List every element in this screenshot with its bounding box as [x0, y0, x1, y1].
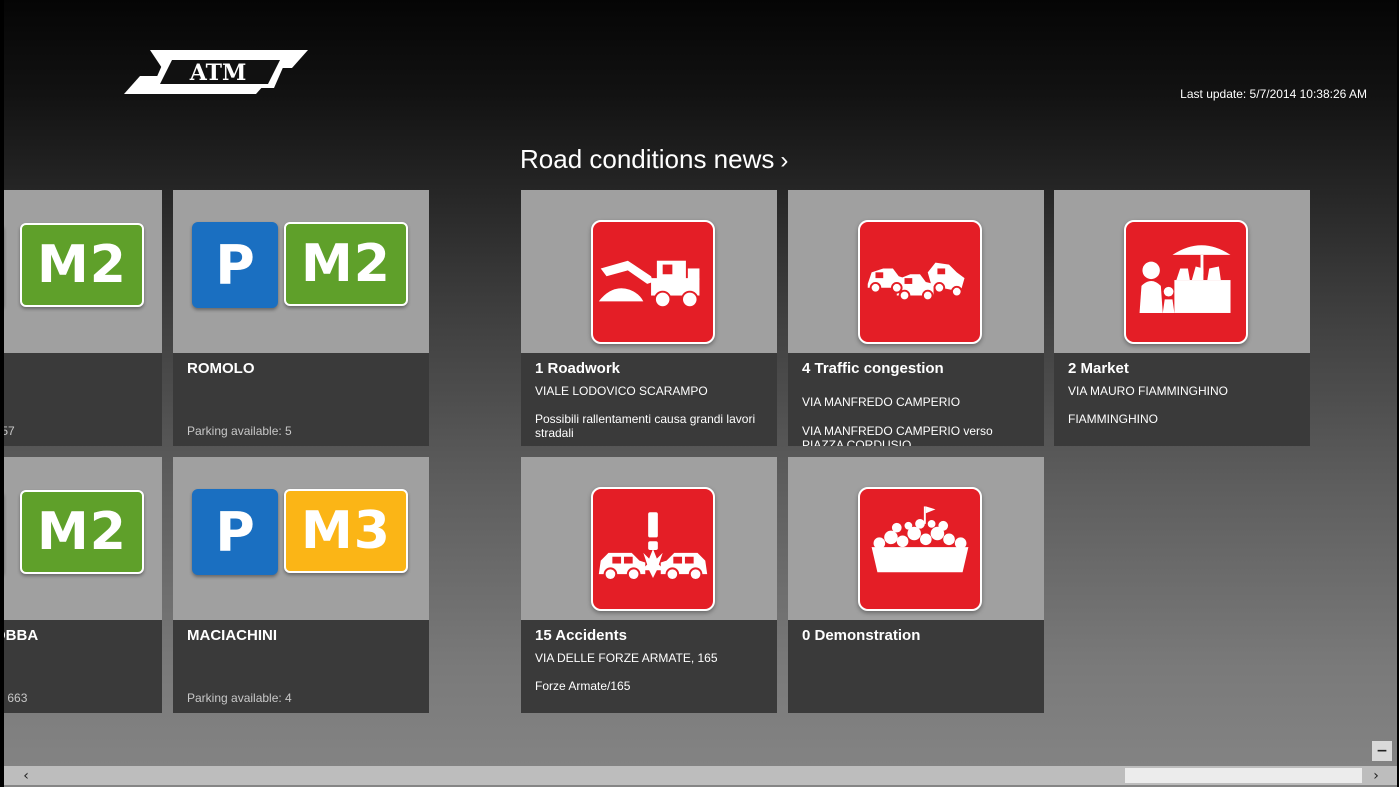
parking-p-badge: P [192, 489, 278, 575]
news-street: VIALE LODOVICO SCARAMPO [535, 384, 708, 398]
news-street: VIA DELLE FORZE ARMATE, 165 [535, 651, 718, 665]
accident-icon [591, 487, 715, 611]
scroll-left-icon[interactable]: ‹ [16, 766, 36, 785]
horizontal-scrollbar[interactable]: ‹ › [4, 766, 1397, 785]
news-title: 0 Demonstration [802, 627, 921, 644]
tile-image-area [788, 457, 1044, 620]
news-tile-market[interactable]: 2 Market VIA MAURO FIAMMINGHINO FIAMMING… [1054, 190, 1310, 446]
parking-tile[interactable]: P M2 OBBA e: 663 [4, 457, 162, 713]
tile-image-area: P M2 [4, 190, 162, 353]
market-icon [1124, 220, 1248, 344]
news-title: 4 Traffic congestion [802, 360, 944, 377]
tile-image-area [521, 190, 777, 353]
news-street: VIA MANFREDO CAMPERIO [802, 395, 961, 409]
parking-available: e: 57 [4, 424, 15, 438]
parking-available: Parking available: 5 [187, 424, 292, 438]
demonstration-icon [858, 487, 982, 611]
scroll-right-icon[interactable]: › [1366, 766, 1386, 785]
news-street: VIA MAURO FIAMMINGHINO [1068, 384, 1229, 398]
tile-info-area [4, 353, 162, 446]
news-description: VIA MANFREDO CAMPERIO verso PIAZZA CORDU… [802, 424, 993, 446]
scrollbar-thumb[interactable] [1125, 768, 1362, 783]
news-description: FIAMMINGHINO [1068, 412, 1158, 426]
parking-tile-maciachini[interactable]: P M3 MACIACHINI Parking available: 4 [173, 457, 429, 713]
metro-line-m2-badge: M2 [20, 490, 144, 574]
news-tile-roadwork[interactable]: 1 Roadwork VIALE LODOVICO SCARAMPO Possi… [521, 190, 777, 446]
tile-image-area: P M3 [173, 457, 429, 620]
semantic-zoom-button[interactable]: − [1372, 741, 1392, 761]
tile-image-area [521, 457, 777, 620]
traffic-congestion-icon [858, 220, 982, 344]
station-name: OBBA [4, 627, 39, 644]
parking-p-badge: P [192, 222, 278, 308]
news-description: Forze Armate/165 [535, 679, 631, 693]
parking-tile[interactable]: P M2 A e: 57 [4, 190, 162, 446]
roadwork-icon [591, 220, 715, 344]
parking-available: e: 663 [4, 691, 28, 705]
news-title: 2 Market [1068, 360, 1129, 377]
news-tile-accidents[interactable]: 15 Accidents VIA DELLE FORZE ARMATE, 165… [521, 457, 777, 713]
tile-image-area [1054, 190, 1310, 353]
tile-image-area [788, 190, 1044, 353]
station-name: MACIACHINI [187, 627, 277, 644]
tile-image-area: P M2 [173, 190, 429, 353]
parking-available: Parking available: 4 [187, 691, 292, 705]
news-description: Possibili rallentamenti causa grandi lav… [535, 412, 756, 440]
metro-line-m2-badge: M2 [20, 223, 144, 307]
metro-line-m3-badge: M3 [284, 489, 408, 573]
tiles-viewport: P M2 A e: 57 P M2 ROMOLO Parking availab… [4, 0, 1397, 766]
news-title: 15 Accidents [535, 627, 627, 644]
news-title: 1 Roadwork [535, 360, 621, 377]
parking-tile-romolo[interactable]: P M2 ROMOLO Parking available: 5 [173, 190, 429, 446]
metro-line-m2-badge: M2 [284, 222, 408, 306]
news-tile-traffic-congestion[interactable]: 4 Traffic congestion VIA MANFREDO CAMPER… [788, 190, 1044, 446]
tile-image-area: P M2 [4, 457, 162, 620]
station-name: ROMOLO [187, 360, 255, 377]
news-tile-demonstration[interactable]: 0 Demonstration [788, 457, 1044, 713]
